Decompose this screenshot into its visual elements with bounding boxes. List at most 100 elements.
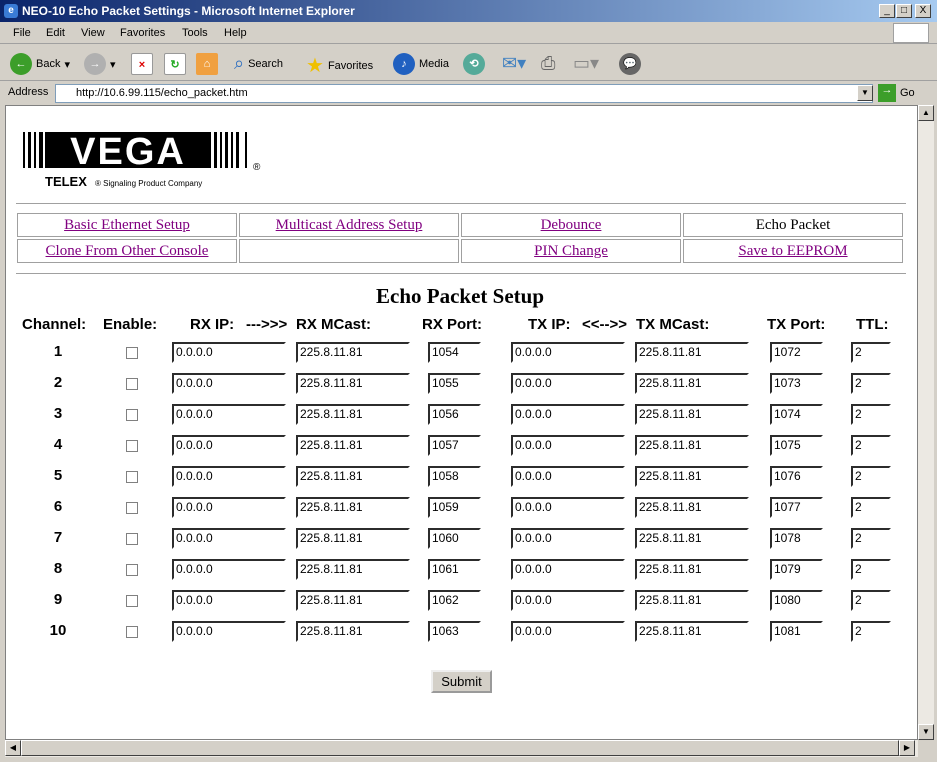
- address-dropdown-button[interactable]: ▼: [857, 85, 873, 101]
- back-button[interactable]: ← Back ▾: [10, 53, 70, 75]
- tx-ip-input[interactable]: 0.0.0.0: [511, 373, 625, 394]
- rx-mcast-input[interactable]: 225.8.11.81: [296, 342, 410, 363]
- address-input[interactable]: http://10.6.99.115/echo_packet.htm: [55, 84, 873, 103]
- rx-port-input[interactable]: 1060: [428, 528, 481, 549]
- tx-ip-input[interactable]: 0.0.0.0: [511, 404, 625, 425]
- enable-checkbox[interactable]: [126, 409, 138, 421]
- scroll-up-button[interactable]: ▲: [918, 105, 934, 121]
- nav-link-multicast-address-setup[interactable]: Multicast Address Setup: [276, 217, 423, 233]
- tx-port-input[interactable]: 1080: [770, 590, 823, 611]
- enable-checkbox[interactable]: [126, 347, 138, 359]
- scroll-left-button[interactable]: ◀: [5, 740, 21, 756]
- submit-button[interactable]: Submit: [431, 670, 492, 693]
- home-icon[interactable]: ⌂: [196, 53, 218, 75]
- tx-port-input[interactable]: 1074: [770, 404, 823, 425]
- menu-view[interactable]: View: [81, 27, 105, 39]
- go-button[interactable]: → Go: [878, 84, 915, 102]
- tx-mcast-input[interactable]: 225.8.11.81: [635, 621, 749, 642]
- tx-port-input[interactable]: 1079: [770, 559, 823, 580]
- ttl-input[interactable]: 2: [851, 466, 891, 487]
- ttl-input[interactable]: 2: [851, 621, 891, 642]
- ttl-input[interactable]: 2: [851, 497, 891, 518]
- rx-port-input[interactable]: 1063: [428, 621, 481, 642]
- tx-port-input[interactable]: 1081: [770, 621, 823, 642]
- nav-link-save-to-eeprom[interactable]: Save to EEPROM: [738, 243, 847, 259]
- nav-link-debounce[interactable]: Debounce: [541, 217, 602, 233]
- tx-ip-input[interactable]: 0.0.0.0: [511, 559, 625, 580]
- enable-checkbox[interactable]: [126, 471, 138, 483]
- rx-mcast-input[interactable]: 225.8.11.81: [296, 466, 410, 487]
- rx-ip-input[interactable]: 0.0.0.0: [172, 435, 286, 456]
- rx-ip-input[interactable]: 0.0.0.0: [172, 621, 286, 642]
- enable-checkbox[interactable]: [126, 564, 138, 576]
- close-button[interactable]: X: [915, 4, 931, 18]
- rx-ip-input[interactable]: 0.0.0.0: [172, 497, 286, 518]
- rx-mcast-input[interactable]: 225.8.11.81: [296, 590, 410, 611]
- stop-icon[interactable]: ×: [131, 53, 153, 75]
- tx-ip-input[interactable]: 0.0.0.0: [511, 528, 625, 549]
- tx-port-input[interactable]: 1073: [770, 373, 823, 394]
- rx-mcast-input[interactable]: 225.8.11.81: [296, 528, 410, 549]
- tx-mcast-input[interactable]: 225.8.11.81: [635, 342, 749, 363]
- enable-checkbox[interactable]: [126, 533, 138, 545]
- tx-ip-input[interactable]: 0.0.0.0: [511, 435, 625, 456]
- discuss-icon[interactable]: 💬: [619, 53, 641, 75]
- menu-help[interactable]: Help: [224, 27, 247, 39]
- scroll-thumb[interactable]: [21, 740, 899, 756]
- minimize-button[interactable]: _: [879, 4, 895, 18]
- tx-port-input[interactable]: 1077: [770, 497, 823, 518]
- tx-ip-input[interactable]: 0.0.0.0: [511, 590, 625, 611]
- edit-icon[interactable]: ▭▾: [573, 53, 599, 74]
- ttl-input[interactable]: 2: [851, 342, 891, 363]
- rx-port-input[interactable]: 1054: [428, 342, 481, 363]
- rx-mcast-input[interactable]: 225.8.11.81: [296, 559, 410, 580]
- rx-port-input[interactable]: 1056: [428, 404, 481, 425]
- vertical-scrollbar[interactable]: ▲ ▼: [918, 105, 934, 740]
- tx-port-input[interactable]: 1078: [770, 528, 823, 549]
- scroll-right-button[interactable]: ▶: [899, 740, 915, 756]
- rx-port-input[interactable]: 1059: [428, 497, 481, 518]
- horizontal-scrollbar[interactable]: ◀ ▶: [5, 740, 918, 757]
- rx-ip-input[interactable]: 0.0.0.0: [172, 342, 286, 363]
- maximize-button[interactable]: □: [896, 4, 912, 18]
- rx-ip-input[interactable]: 0.0.0.0: [172, 559, 286, 580]
- tx-mcast-input[interactable]: 225.8.11.81: [635, 435, 749, 456]
- forward-button[interactable]: → ▾: [84, 53, 116, 75]
- print-icon[interactable]: ⎙: [541, 53, 555, 74]
- ttl-input[interactable]: 2: [851, 559, 891, 580]
- menu-file[interactable]: File: [13, 27, 31, 39]
- tx-ip-input[interactable]: 0.0.0.0: [511, 621, 625, 642]
- favorites-button[interactable]: ★ Favorites: [306, 53, 373, 78]
- tx-port-input[interactable]: 1076: [770, 466, 823, 487]
- enable-checkbox[interactable]: [126, 502, 138, 514]
- rx-mcast-input[interactable]: 225.8.11.81: [296, 621, 410, 642]
- rx-mcast-input[interactable]: 225.8.11.81: [296, 373, 410, 394]
- rx-mcast-input[interactable]: 225.8.11.81: [296, 435, 410, 456]
- scroll-down-button[interactable]: ▼: [918, 724, 934, 740]
- media-button[interactable]: ♪ Media: [393, 53, 449, 75]
- rx-ip-input[interactable]: 0.0.0.0: [172, 404, 286, 425]
- tx-mcast-input[interactable]: 225.8.11.81: [635, 528, 749, 549]
- tx-mcast-input[interactable]: 225.8.11.81: [635, 404, 749, 425]
- rx-ip-input[interactable]: 0.0.0.0: [172, 466, 286, 487]
- tx-port-input[interactable]: 1072: [770, 342, 823, 363]
- tx-ip-input[interactable]: 0.0.0.0: [511, 497, 625, 518]
- ttl-input[interactable]: 2: [851, 404, 891, 425]
- rx-ip-input[interactable]: 0.0.0.0: [172, 373, 286, 394]
- ttl-input[interactable]: 2: [851, 435, 891, 456]
- ttl-input[interactable]: 2: [851, 373, 891, 394]
- search-button[interactable]: ⌕ Search: [234, 53, 283, 74]
- nav-link-clone-from-other-console[interactable]: Clone From Other Console: [46, 243, 209, 259]
- enable-checkbox[interactable]: [126, 440, 138, 452]
- ttl-input[interactable]: 2: [851, 528, 891, 549]
- refresh-icon[interactable]: ↻: [164, 53, 186, 75]
- nav-link-basic-ethernet-setup[interactable]: Basic Ethernet Setup: [64, 217, 190, 233]
- mail-icon[interactable]: ✉▾: [502, 53, 526, 74]
- rx-port-input[interactable]: 1058: [428, 466, 481, 487]
- tx-mcast-input[interactable]: 225.8.11.81: [635, 590, 749, 611]
- nav-link-pin-change[interactable]: PIN Change: [534, 243, 608, 259]
- history-icon[interactable]: ⟲: [463, 53, 485, 75]
- tx-port-input[interactable]: 1075: [770, 435, 823, 456]
- tx-ip-input[interactable]: 0.0.0.0: [511, 342, 625, 363]
- rx-mcast-input[interactable]: 225.8.11.81: [296, 404, 410, 425]
